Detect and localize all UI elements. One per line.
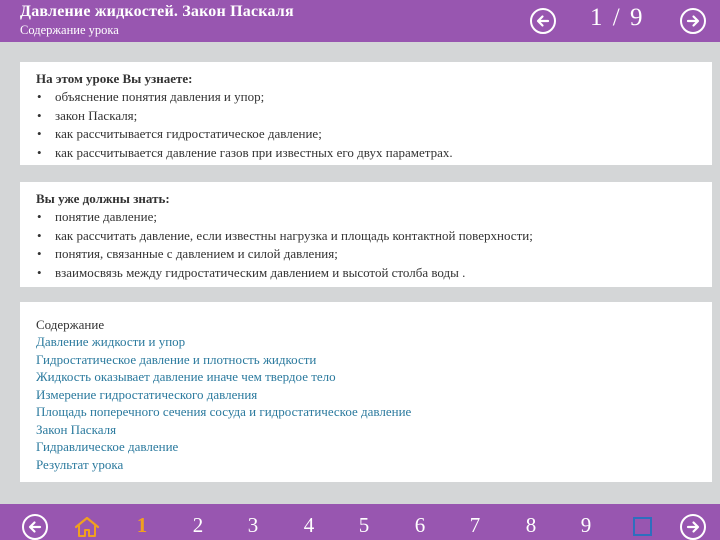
prev-slide-button[interactable] <box>530 8 556 34</box>
square-icon[interactable] <box>633 517 652 536</box>
prerequisites-list: понятие давление; как рассчитать давлени… <box>36 208 712 282</box>
learn-heading: На этом уроке Вы узнаете: <box>36 71 193 86</box>
contents-link[interactable]: Давление жидкости и упор <box>36 333 712 351</box>
home-icon[interactable] <box>74 516 100 538</box>
list-item: как рассчитывается гидростатическое давл… <box>36 125 712 144</box>
contents-link[interactable]: Гидравлическое давление <box>36 438 712 456</box>
page-link-7[interactable]: 7 <box>463 513 487 538</box>
arrow-left-icon <box>536 15 550 27</box>
list-item: понятия, связанные с давлением и силой д… <box>36 245 712 264</box>
page-link-6[interactable]: 6 <box>408 513 432 538</box>
learn-list: объяснение понятия давления и упор; зако… <box>36 88 712 162</box>
prerequisites-panel: Вы уже должны знать: понятие давление; к… <box>20 182 712 287</box>
page-link-3[interactable]: 3 <box>241 513 265 538</box>
contents-link[interactable]: Результат урока <box>36 456 712 474</box>
arrow-right-icon <box>686 15 700 27</box>
page-link-8[interactable]: 8 <box>519 513 543 538</box>
page-link-4[interactable]: 4 <box>297 513 321 538</box>
contents-link[interactable]: Площадь поперечного сечения сосуда и гид… <box>36 403 712 421</box>
arrow-left-icon <box>28 521 42 533</box>
page-link-1[interactable]: 1 <box>130 513 154 538</box>
contents-link[interactable]: Измерение гидростатического давления <box>36 386 712 404</box>
list-item: как рассчитывается давление газов при из… <box>36 144 712 163</box>
prerequisites-heading: Вы уже должны знать: <box>36 191 170 206</box>
next-slide-button-footer[interactable] <box>680 514 706 540</box>
list-item: как рассчитать давление, если известны н… <box>36 227 712 246</box>
page-link-2[interactable]: 2 <box>186 513 210 538</box>
contents-link[interactable]: Гидростатическое давление и плотность жи… <box>36 351 712 369</box>
header-bar: Давление жидкостей. Закон Паскаля Содерж… <box>0 0 720 42</box>
next-slide-button[interactable] <box>680 8 706 34</box>
page-link-5[interactable]: 5 <box>352 513 376 538</box>
contents-link[interactable]: Жидкость оказывает давление иначе чем тв… <box>36 368 712 386</box>
contents-heading: Содержание <box>36 317 105 332</box>
prev-slide-button-footer[interactable] <box>22 514 48 540</box>
contents-link[interactable]: Закон Паскаля <box>36 421 712 439</box>
page-link-9[interactable]: 9 <box>574 513 598 538</box>
list-item: взаимосвязь между гидростатическим давле… <box>36 264 712 283</box>
arrow-right-icon <box>686 521 700 533</box>
list-item: закон Паскаля; <box>36 107 712 126</box>
footer-bar: 1 2 3 4 5 6 7 8 9 <box>0 504 720 540</box>
list-item: объяснение понятия давления и упор; <box>36 88 712 107</box>
contents-panel: Содержание Давление жидкости и упор Гидр… <box>20 302 712 482</box>
page-counter: 1 / 9 <box>590 4 645 31</box>
list-item: понятие давление; <box>36 208 712 227</box>
lesson-title: Давление жидкостей. Закон Паскаля <box>20 3 294 20</box>
lesson-subtitle: Содержание урока <box>20 23 119 37</box>
learn-panel: На этом уроке Вы узнаете: объяснение пон… <box>20 62 712 165</box>
contents-links: Давление жидкости и упор Гидростатическо… <box>36 333 712 473</box>
